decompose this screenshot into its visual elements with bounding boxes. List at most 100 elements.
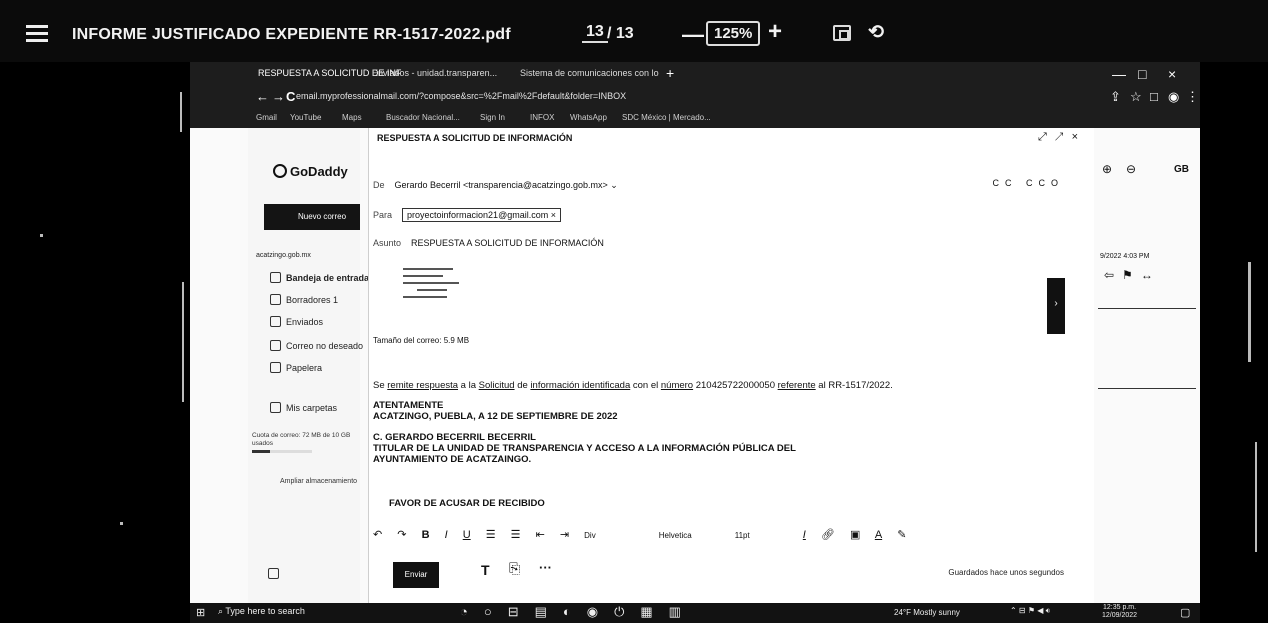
bookmark-item[interactable]: Sign In [480,113,505,122]
clock[interactable]: 12:35 p.m. 12/09/2022 [1102,604,1137,620]
notification-icon[interactable]: ▢ [1180,606,1190,619]
body-paragraph[interactable]: Se remite respuesta a la Solicitud de in… [373,380,893,391]
text-format-icon[interactable]: T [481,562,490,578]
body-text: número [660,380,694,391]
body-text: con el [630,380,661,391]
clock-date: 12/09/2022 [1102,612,1138,619]
rotate-icon[interactable]: ⟲ [868,21,884,44]
cc-bcc-toggle[interactable]: CC CCO [993,178,1065,188]
account-label[interactable]: acatzingo.gob.mx [256,252,311,259]
folder-label: Bandeja de entrada [286,273,370,283]
recipient-chip[interactable]: proyectoinformacion21@gmail.com × [402,208,561,222]
menu-dots-icon[interactable]: ⋮ [1186,89,1199,105]
signature-line: C. GERARDO BECERRIL BECERRIL [373,432,536,443]
folder-inbox[interactable]: Bandeja de entrada [270,272,369,283]
indent-icon[interactable]: ⇥ [560,529,569,541]
close-button[interactable]: × [1168,66,1176,82]
bookmark-item[interactable]: WhatsApp [570,113,607,122]
message-actions[interactable]: ⇦⚑↔ [1104,268,1161,282]
numbered-list-icon[interactable]: ☰ [511,529,521,541]
body-text: Se [373,380,388,391]
outdent-icon[interactable]: ⇤ [536,529,545,541]
save-status: Guardados hace unos segundos [948,568,1064,577]
new-mail-button[interactable]: Nuevo correo [264,204,360,230]
menu-icon[interactable] [26,25,48,42]
more-options-icon[interactable]: ··· [539,560,552,575]
new-tab-button[interactable]: + [666,65,674,81]
subject-row[interactable]: Asunto RESPUESTA A SOLICITUD DE INFORMACI… [373,238,604,248]
bold-icon[interactable]: B [422,529,430,541]
browser-tab[interactable]: Enviados - unidad.transparen... [372,68,497,78]
subject-value[interactable]: RESPUESTA A SOLICITUD DE INFORMACIÓN [411,238,604,248]
from-value[interactable]: Gerardo Becerril <transparencia@acatzing… [395,180,608,190]
closing-line: ATENTAMENTE [373,400,444,411]
weather-widget[interactable]: 24°F Mostly sunny [894,608,960,617]
send-button[interactable]: Enviar [393,562,439,588]
pdf-viewer: INFORME JUSTIFICADO EXPEDIENTE RR-1517-2… [0,0,1268,623]
header-icons[interactable]: ⊕⊖ [1102,162,1150,176]
zoom-level-input[interactable]: 125% [706,21,761,46]
bookmark-item[interactable]: Gmail [256,113,277,122]
compose-window: RESPUESTA A SOLICITUD DE INFORMACIÓN ⤢↗×… [368,128,1094,603]
folder-trash[interactable]: Papelera [270,362,322,373]
bookmark-item[interactable]: YouTube [290,113,321,122]
link-icon[interactable]: 🔗︎ [821,529,835,541]
text-color-icon[interactable]: A [875,529,882,541]
reading-pane: ⊕⊖ GB 9/2022 4:03 PM ⇦⚑↔ [1094,128,1200,603]
compose-window-controls[interactable]: ⤢↗× [1038,131,1086,144]
bookmark-item[interactable]: SDC México | Mercado... [622,113,711,122]
subject-label: Asunto [373,238,402,248]
reload-icon[interactable]: C [286,89,295,104]
share-icon[interactable]: ⇪ [1110,89,1121,105]
bullet-list-icon[interactable]: ☰ [486,529,496,541]
zoom-in-button[interactable]: + [768,18,782,46]
underline-icon[interactable]: U [463,529,471,541]
zoom-out-button[interactable]: — [682,22,704,48]
to-row[interactable]: Para proyectoinformacion21@gmail.com × [373,208,561,222]
compose-scrollbar[interactable]: › [1047,278,1065,334]
font-size-select[interactable]: 11pt [735,531,750,540]
maximize-button[interactable]: □ [1138,66,1146,82]
sent-icon [270,316,281,327]
tray-icons[interactable]: ⌃ ⊟ ⚑ ◀ 🔉︎ [1010,606,1051,616]
profile-icon[interactable]: ◉ [1168,89,1179,105]
redo-icon[interactable]: ↷ [397,529,406,541]
folder-drafts[interactable]: Borradores 1 [270,294,338,305]
url-field[interactable]: email.myprofessionalmail.com/?compose&sr… [296,91,626,101]
expand-storage-link[interactable]: Ampliar almacenamiento [280,478,357,485]
clear-format-icon[interactable]: I [803,529,806,541]
undo-icon[interactable]: ↶ [373,529,382,541]
window-icon[interactable]: □ [1150,89,1158,104]
start-icon[interactable]: ⊞ [196,606,205,619]
fit-page-icon[interactable] [833,25,851,41]
folder-sent[interactable]: Enviados [270,316,323,327]
body-text: de [514,380,531,391]
folder-spam[interactable]: Correo no deseado [270,340,363,351]
taskbar-search[interactable]: ⌕ Type here to search [218,606,305,617]
forward-icon[interactable]: → [272,89,285,104]
minimize-button[interactable]: — [1112,66,1126,82]
browser-tab[interactable]: Sistema de comunicaciones con lo [520,68,659,78]
bookmark-item[interactable]: INFOX [530,113,554,122]
message-size: Tamaño del correo: 5.9 MB [373,336,470,345]
bookmark-item[interactable]: Maps [342,113,362,122]
star-icon[interactable]: ☆ [1130,89,1142,105]
from-row[interactable]: De Gerardo Becerril <transparencia@acatzi… [373,180,618,191]
page-number-input[interactable]: 13 [582,23,608,43]
settings-icon[interactable] [268,568,279,579]
bookmark-item[interactable]: Buscador Nacional... [386,113,460,122]
font-family-select[interactable]: Helvetica [659,531,692,540]
attach-icon[interactable]: ⎘ [509,560,520,577]
image-icon[interactable]: ▣ [850,529,860,541]
block-format-select[interactable]: Div [584,531,596,540]
taskbar-apps[interactable]: ◔○⊟▤◐◉⏻▦▥ [460,604,697,620]
folder-my-folders[interactable]: Mis carpetas [270,402,337,413]
highlight-icon[interactable]: ✎ [897,529,906,541]
back-icon[interactable]: ← [256,89,269,104]
italic-icon[interactable]: I [445,529,448,541]
address-bar: ← → C email.myprofessionalmail.com/?comp… [190,86,1200,108]
folder-label: Mis carpetas [286,403,338,413]
scanned-page: RESPUESTA A SOLICITUD DE INF Enviados - … [190,62,1200,623]
user-avatar[interactable]: GB [1174,164,1189,175]
folder-label: Borradores 1 [286,295,339,305]
